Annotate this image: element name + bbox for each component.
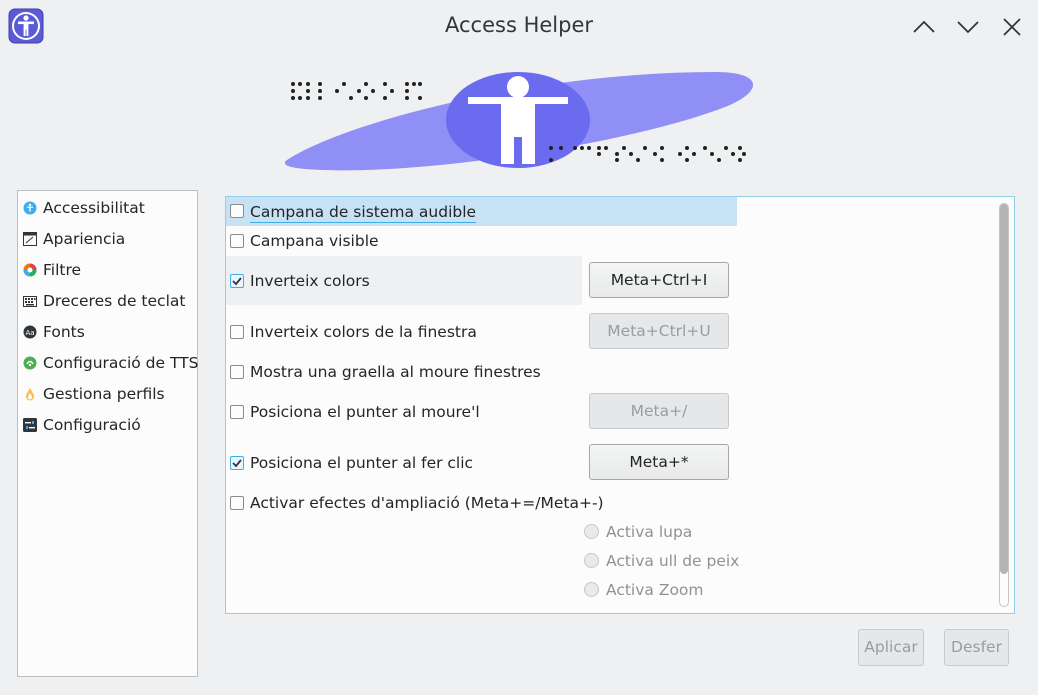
color-filter-icon	[23, 263, 37, 277]
invert-colors-label[interactable]: Inverteix colors	[250, 272, 370, 290]
zoom-radio	[584, 582, 599, 597]
visible-bell-label[interactable]: Campana visible	[250, 232, 379, 250]
sidebar-item-label: Apariencia	[43, 230, 126, 248]
sidebar-item-gestiona-perfils[interactable]: Gestiona perfils	[18, 379, 199, 410]
sidebar-item-apariencia[interactable]: Apariencia	[18, 224, 199, 255]
system-bell-label[interactable]: Campana de sistema audible	[250, 203, 477, 223]
sidebar-item-dreceres-de-teclat[interactable]: Dreceres de teclat	[18, 286, 199, 317]
magnifier-radio	[584, 524, 599, 539]
system-bell-checkbox[interactable]	[230, 204, 244, 218]
sidebar-item-label: Accessibilitat	[43, 199, 145, 217]
profile-icon	[23, 387, 37, 401]
sidebar-item-fonts[interactable]: Aa Fonts	[18, 317, 199, 348]
sidebar-item-label: Configuració	[43, 416, 141, 434]
window-title: Access Helper	[445, 13, 593, 37]
tts-icon	[23, 356, 37, 370]
svg-text:Aa: Aa	[25, 329, 34, 337]
appearance-icon	[23, 232, 37, 246]
font-icon: Aa	[23, 325, 37, 339]
accessibility-icon	[23, 201, 37, 215]
sidebar-item-configuracio[interactable]: Configuració	[18, 410, 199, 441]
pointer-on-click-label[interactable]: Posiciona el punter al fer clic	[250, 454, 473, 472]
scrollbar-thumb[interactable]	[1000, 204, 1008, 574]
category-list: Accessibilitat Apariencia Filtre Drecere…	[17, 190, 198, 677]
chevron-up-icon[interactable]	[911, 14, 937, 40]
sidebar-item-label: Dreceres de teclat	[43, 292, 186, 310]
pointer-on-click-checkbox[interactable]	[230, 456, 244, 470]
invert-colors-checkbox[interactable]	[230, 274, 244, 288]
pointer-on-click-shortcut-button[interactable]: Meta+*	[589, 444, 729, 480]
pointer-on-move-checkbox[interactable]	[230, 405, 244, 419]
grid-on-move-label[interactable]: Mostra una graella al moure finestres	[250, 363, 541, 381]
sidebar-item-configuracio-tts[interactable]: Configuració de TTS	[18, 348, 199, 379]
fisheye-radio	[584, 553, 599, 568]
pointer-on-move-shortcut-button: Meta+/	[589, 393, 729, 429]
sidebar-item-filtre[interactable]: Filtre	[18, 255, 199, 286]
pointer-on-move-label[interactable]: Posiciona el punter al moure'l	[250, 403, 480, 421]
chevron-down-icon[interactable]	[955, 14, 981, 40]
zoom-effects-checkbox[interactable]	[230, 496, 244, 510]
options-panel: Campana de sistema audible Campana visib…	[225, 196, 1015, 614]
invert-window-colors-checkbox[interactable]	[230, 325, 244, 339]
invert-window-colors-label[interactable]: Inverteix colors de la finestra	[250, 323, 477, 341]
sidebar-item-label: Fonts	[43, 323, 85, 341]
sidebar-item-label: Gestiona perfils	[43, 385, 165, 403]
fisheye-radio-label: Activa ull de peix	[606, 552, 740, 570]
sidebar-item-accessibilitat[interactable]: Accessibilitat	[18, 193, 199, 224]
keyboard-icon	[23, 294, 37, 308]
close-icon[interactable]	[999, 14, 1025, 40]
magnifier-radio-label: Activa lupa	[606, 523, 693, 541]
grid-on-move-checkbox[interactable]	[230, 365, 244, 379]
settings-icon	[23, 418, 37, 432]
undo-button: Desfer	[944, 629, 1009, 666]
invert-colors-shortcut-button[interactable]: Meta+Ctrl+I	[589, 262, 729, 298]
visible-bell-checkbox[interactable]	[230, 234, 244, 248]
zoom-radio-label: Activa Zoom	[606, 581, 704, 599]
apply-button: Aplicar	[858, 629, 924, 666]
sidebar-item-label: Configuració de TTS	[43, 354, 199, 372]
zoom-effects-label[interactable]: Activar efectes d'ampliació (Meta+=/Meta…	[250, 494, 604, 512]
accessibility-banner	[284, 62, 755, 174]
sidebar-item-label: Filtre	[43, 261, 82, 279]
title-bar: Access Helper	[0, 0, 1038, 52]
invert-window-colors-shortcut-button: Meta+Ctrl+U	[589, 313, 729, 349]
